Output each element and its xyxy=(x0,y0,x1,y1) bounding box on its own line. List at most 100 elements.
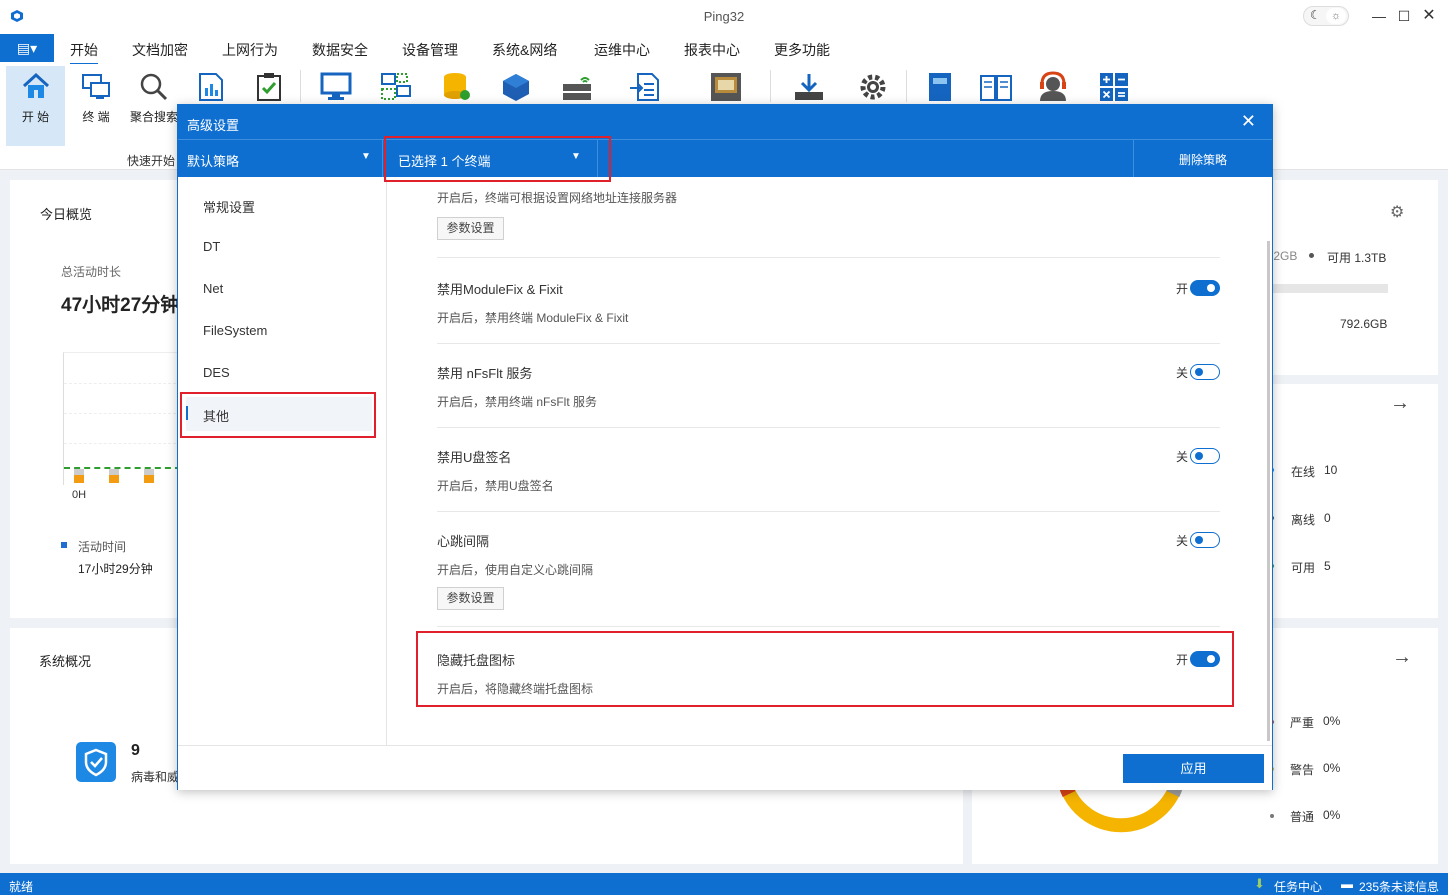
ribbon-terminal-button[interactable]: 终 端 xyxy=(68,66,124,146)
report-icon[interactable] xyxy=(198,72,224,105)
ribbon-home-label: 开 始 xyxy=(21,110,50,124)
network-icon[interactable] xyxy=(380,72,412,105)
ribbon-terminal-label: 终 端 xyxy=(82,110,110,124)
shield-icon xyxy=(76,742,116,782)
severe-pct: 0% xyxy=(1323,714,1341,728)
divider xyxy=(437,511,1220,512)
download-icon[interactable] xyxy=(793,72,825,105)
status-text: 就绪 xyxy=(9,880,34,894)
moon-icon: ☾ xyxy=(1310,8,1321,22)
search-icon xyxy=(140,73,168,101)
heartbeat-toggle[interactable] xyxy=(1190,532,1220,548)
settings-gear-icon[interactable]: ⚙ xyxy=(1390,202,1404,222)
status-bar: 就绪 ⬇ 任务中心 ▬ 235条未读信息 xyxy=(0,873,1448,895)
setting-desc: 开启后，禁用终端 ModuleFix & Fixit xyxy=(437,311,629,325)
toggle-state-label: 关 xyxy=(1176,450,1189,464)
warning-pct: 0% xyxy=(1323,761,1341,775)
virus-label: 病毒和威胁 xyxy=(131,770,177,784)
menu-start[interactable]: 开始 xyxy=(70,40,98,65)
sidebar-item-net[interactable]: Net xyxy=(203,281,223,296)
ribbon-search-label: 聚合搜索 xyxy=(129,110,178,124)
scrollbar[interactable] xyxy=(1267,241,1270,741)
highlight-hide-tray-setting xyxy=(416,631,1234,707)
router-icon[interactable] xyxy=(561,70,593,105)
ribbon-separator xyxy=(770,70,771,102)
severe-label: 严重 xyxy=(1290,716,1315,730)
message-icon: ▬ xyxy=(1341,877,1353,891)
policy-select-value: 默认策略 xyxy=(187,154,240,169)
online-count: 10 xyxy=(1324,463,1338,477)
sidebar-item-dt[interactable]: DT xyxy=(203,239,220,254)
menu-doc-encrypt[interactable]: 文档加密 xyxy=(132,40,188,60)
ribbon-separator xyxy=(300,70,301,102)
unread-messages-link[interactable]: 235条未读信息 xyxy=(1359,878,1439,895)
dialog-title-bar: 高级设置 ✕ xyxy=(178,105,1272,139)
dialog-toolbar: 默认策略 ▼ 已选择 1 个终端 ▼ 删除策略 xyxy=(178,139,1272,177)
dialog-title: 高级设置 xyxy=(187,118,240,133)
today-overview-card: 今日概览 总活动时长 47小时27分钟 0H 活动时间 17小时29分钟 xyxy=(10,180,181,618)
menu-report-center[interactable]: 报表中心 xyxy=(684,40,740,60)
param-settings-button[interactable]: 参数设置 xyxy=(437,217,504,240)
app-menu-button[interactable]: ▤▾ xyxy=(0,34,54,62)
close-icon[interactable]: ✕ xyxy=(1241,111,1256,132)
display-panel-icon[interactable] xyxy=(710,72,742,105)
menu-data-security[interactable]: 数据安全 xyxy=(312,40,368,60)
sidebar-item-general[interactable]: 常规设置 xyxy=(203,197,255,216)
delete-policy-button[interactable]: 删除策略 xyxy=(1133,140,1272,177)
close-window-button[interactable]: ✕ xyxy=(1417,6,1441,26)
toggle-state-label: 开 xyxy=(1176,282,1189,296)
disk-value2: 792.6GB xyxy=(1340,317,1388,331)
theme-toggle[interactable]: ☾ ☼ xyxy=(1303,6,1349,26)
menu-ops-center[interactable]: 运维中心 xyxy=(594,40,650,60)
modulefix-toggle[interactable] xyxy=(1190,280,1220,296)
normal-label: 普通 xyxy=(1290,810,1315,824)
manual-icon[interactable] xyxy=(926,72,954,105)
policy-select[interactable]: 默认策略 ▼ xyxy=(178,140,383,177)
ribbon-home-button[interactable]: 开 始 xyxy=(6,66,65,146)
setting-desc: 开启后，禁用终端 nFsFlt 服务 xyxy=(437,395,598,409)
database-icon[interactable] xyxy=(441,70,473,105)
highlight-terminal-select xyxy=(384,136,611,182)
nfsflt-toggle[interactable] xyxy=(1190,364,1220,380)
divider xyxy=(437,427,1220,428)
gear-icon[interactable] xyxy=(857,72,889,105)
usb-signature-toggle[interactable] xyxy=(1190,448,1220,464)
menu-more-features[interactable]: 更多功能 xyxy=(774,40,830,60)
task-center-link[interactable]: 任务中心 xyxy=(1274,878,1322,895)
calculator-icon[interactable] xyxy=(1099,72,1129,105)
menu-device-mgmt[interactable]: 设备管理 xyxy=(402,40,458,60)
sidebar-item-des[interactable]: DES xyxy=(203,365,230,380)
disk-used-partial: .2GB xyxy=(1270,249,1298,263)
book-icon[interactable] xyxy=(979,72,1013,105)
transfer-icon[interactable] xyxy=(628,72,660,105)
setting-name: 禁用ModuleFix & Fixit xyxy=(437,282,563,297)
online-label: 在线 xyxy=(1291,465,1316,479)
monitor-icon[interactable] xyxy=(320,72,352,105)
setting-name: 禁用U盘签名 xyxy=(437,450,512,465)
activity-chart xyxy=(63,352,181,485)
divider xyxy=(437,257,1220,258)
sidebar-item-filesystem[interactable]: FileSystem xyxy=(203,323,267,338)
menu-web-behavior[interactable]: 上网行为 xyxy=(222,40,278,60)
arrow-right-icon[interactable]: → xyxy=(1390,392,1410,415)
menu-system-network[interactable]: 系统&网络 xyxy=(492,40,557,60)
minimize-button[interactable]: — xyxy=(1367,6,1391,26)
today-overview-title: 今日概览 xyxy=(40,207,93,222)
support-agent-icon[interactable] xyxy=(1037,70,1069,105)
available-count: 5 xyxy=(1324,559,1331,573)
maximize-button[interactable]: ☐ xyxy=(1392,6,1416,26)
dialog-sidebar: 常规设置 DT Net FileSystem DES 其他 xyxy=(178,177,387,745)
toggle-state-label: 关 xyxy=(1176,534,1189,548)
ribbon-search-button[interactable]: 聚合搜索 xyxy=(124,66,184,146)
disk-available: 可用 1.3TB xyxy=(1327,251,1387,265)
chevron-down-icon: ▼ xyxy=(361,151,371,162)
checklist-icon[interactable] xyxy=(256,72,282,105)
cube-icon[interactable] xyxy=(501,72,531,105)
arrow-right-icon[interactable]: → xyxy=(1392,646,1412,669)
setting-desc: 开启后，终端可根据设置网络地址连接服务器 xyxy=(437,191,678,205)
total-active-value: 47小时27分钟 xyxy=(61,295,180,316)
warning-label: 警告 xyxy=(1290,763,1315,777)
apply-button[interactable]: 应用 xyxy=(1123,754,1264,783)
bullet-dot xyxy=(1309,253,1314,258)
param-settings-button[interactable]: 参数设置 xyxy=(437,587,504,610)
